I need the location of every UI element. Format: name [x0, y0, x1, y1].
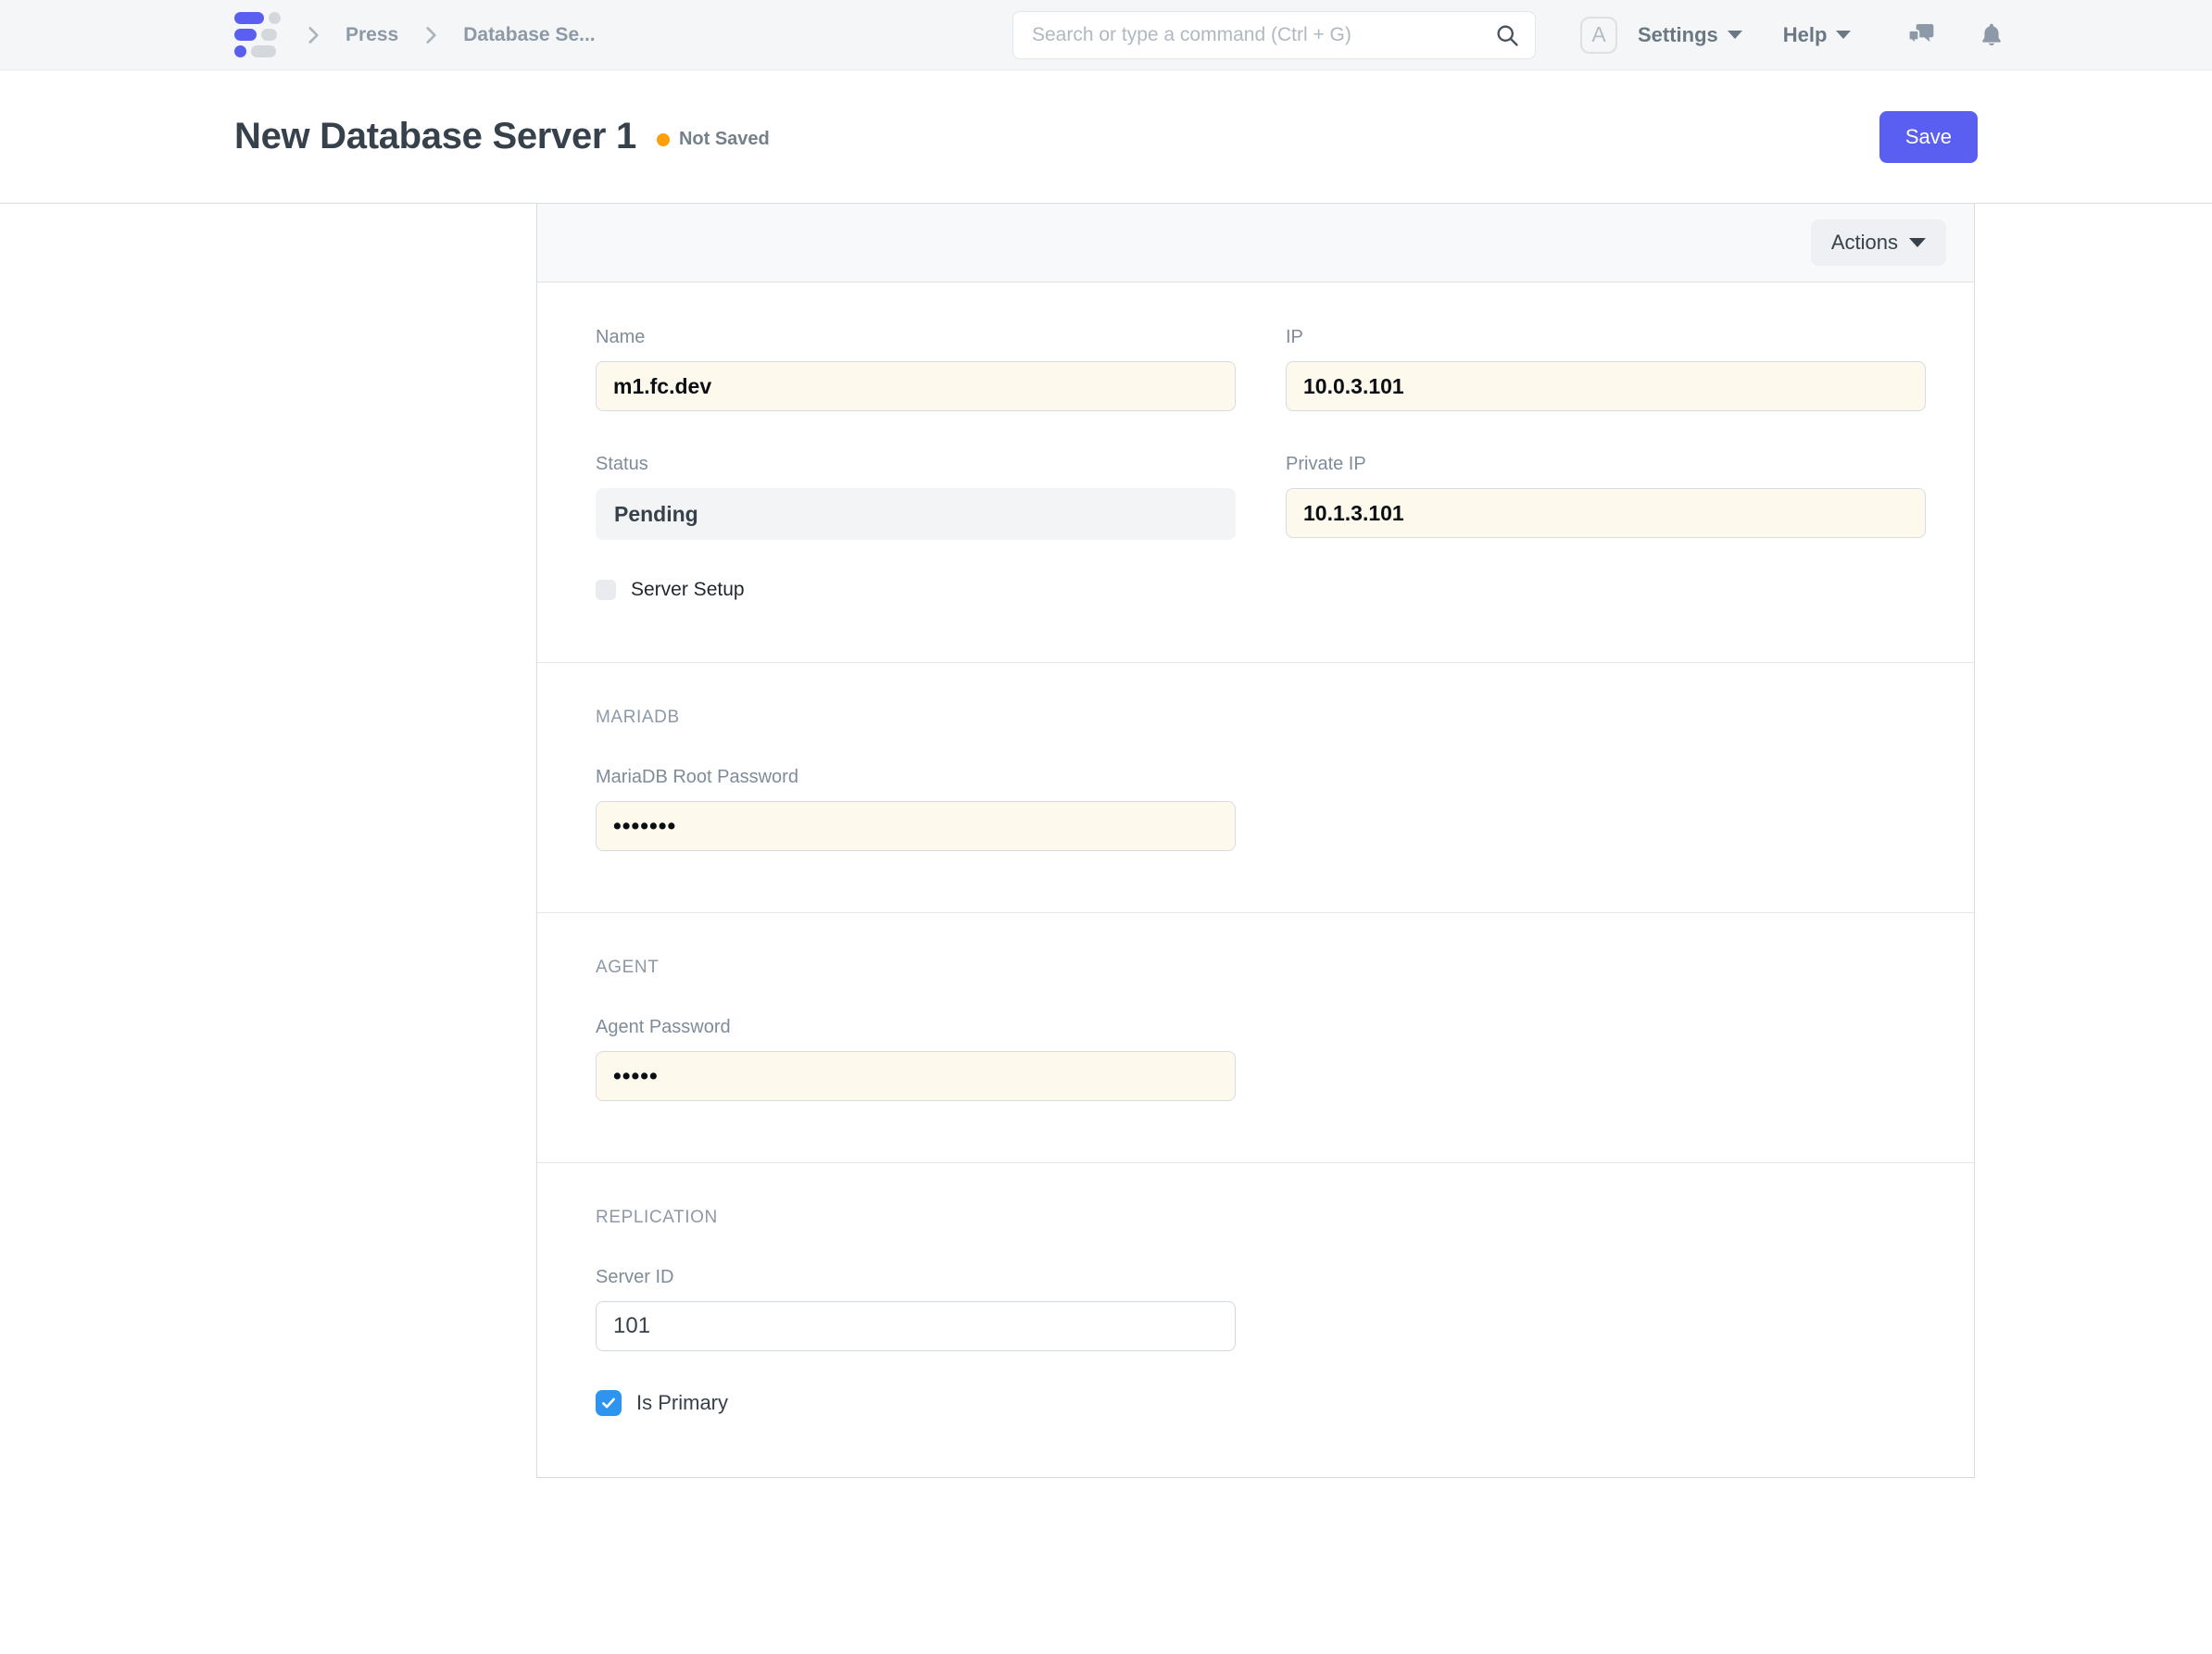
check-icon [600, 1395, 617, 1411]
global-search [1012, 11, 1536, 59]
server-id-label: Server ID [596, 1267, 1236, 1288]
breadcrumb-press[interactable]: Press [346, 24, 398, 46]
ip-label: IP [1286, 327, 1926, 348]
avatar-letter: A [1591, 22, 1605, 47]
field-status: Status Pending [596, 454, 1236, 540]
server-id-input[interactable] [596, 1301, 1236, 1351]
avatar[interactable]: A [1580, 17, 1617, 54]
actions-label: Actions [1831, 231, 1898, 255]
replication-section-title: REPLICATION [596, 1208, 1927, 1228]
field-server-id: Server ID [596, 1267, 1236, 1351]
section-details: Name IP Status Pending Private IP Server… [537, 282, 1974, 662]
mariadb-root-password-input[interactable] [596, 801, 1236, 851]
section-agent: AGENT Agent Password [537, 912, 1974, 1162]
mariadb-section-title: MARIADB [596, 708, 1927, 728]
caret-down-icon [1909, 238, 1926, 247]
private-ip-label: Private IP [1286, 454, 1926, 475]
breadcrumb-database-servers[interactable]: Database Se... [463, 24, 595, 46]
status-label: Status [596, 454, 1236, 475]
is-primary-label: Is Primary [636, 1391, 728, 1415]
field-server-setup: Server Setup [596, 579, 1927, 601]
server-setup-label: Server Setup [631, 579, 745, 601]
unsaved-dot-icon [657, 133, 670, 146]
status-value: Pending [596, 488, 1236, 540]
field-private-ip: Private IP [1286, 454, 1926, 540]
section-mariadb: MARIADB MariaDB Root Password [537, 662, 1974, 912]
settings-label: Settings [1638, 23, 1718, 47]
field-ip: IP [1286, 327, 1926, 411]
page-title: New Database Server 1 [234, 116, 636, 157]
form-container: Actions Name IP Status Pending Private I… [536, 204, 1975, 1478]
form-toolbar: Actions [537, 204, 1974, 282]
name-label: Name [596, 327, 1236, 348]
app-logo-icon[interactable] [234, 12, 281, 57]
settings-menu[interactable]: Settings [1638, 23, 1742, 47]
save-button[interactable]: Save [1879, 111, 1978, 163]
actions-button[interactable]: Actions [1811, 219, 1946, 266]
caret-down-icon [1836, 31, 1851, 39]
help-label: Help [1783, 23, 1828, 47]
field-agent-password: Agent Password [596, 1017, 1236, 1101]
caret-down-icon [1728, 31, 1742, 39]
private-ip-input[interactable] [1286, 488, 1926, 538]
section-replication: REPLICATION Server ID Is Primary [537, 1162, 1974, 1477]
field-name: Name [596, 327, 1236, 411]
unsaved-label: Not Saved [679, 129, 770, 150]
search-input[interactable] [1032, 24, 1494, 46]
chevron-right-icon [419, 23, 443, 47]
mariadb-root-password-label: MariaDB Root Password [596, 767, 1236, 788]
chevron-right-icon [301, 23, 325, 47]
ip-input[interactable] [1286, 361, 1926, 411]
server-setup-checkbox[interactable] [596, 580, 616, 600]
help-menu[interactable]: Help [1783, 23, 1852, 47]
name-input[interactable] [596, 361, 1236, 411]
field-is-primary: Is Primary [596, 1390, 1927, 1416]
chat-icon[interactable] [1906, 20, 1936, 50]
search-icon[interactable] [1494, 22, 1520, 48]
save-status-indicator: Not Saved [657, 129, 770, 150]
field-mariadb-root-password: MariaDB Root Password [596, 767, 1236, 851]
bell-icon[interactable] [1977, 20, 2006, 50]
navbar: Press Database Se... A Settings Help [0, 0, 2212, 70]
page-header: New Database Server 1 Not Saved Save [0, 70, 2212, 204]
agent-password-label: Agent Password [596, 1017, 1236, 1038]
agent-section-title: AGENT [596, 958, 1927, 978]
is-primary-checkbox[interactable] [596, 1390, 622, 1416]
agent-password-input[interactable] [596, 1051, 1236, 1101]
